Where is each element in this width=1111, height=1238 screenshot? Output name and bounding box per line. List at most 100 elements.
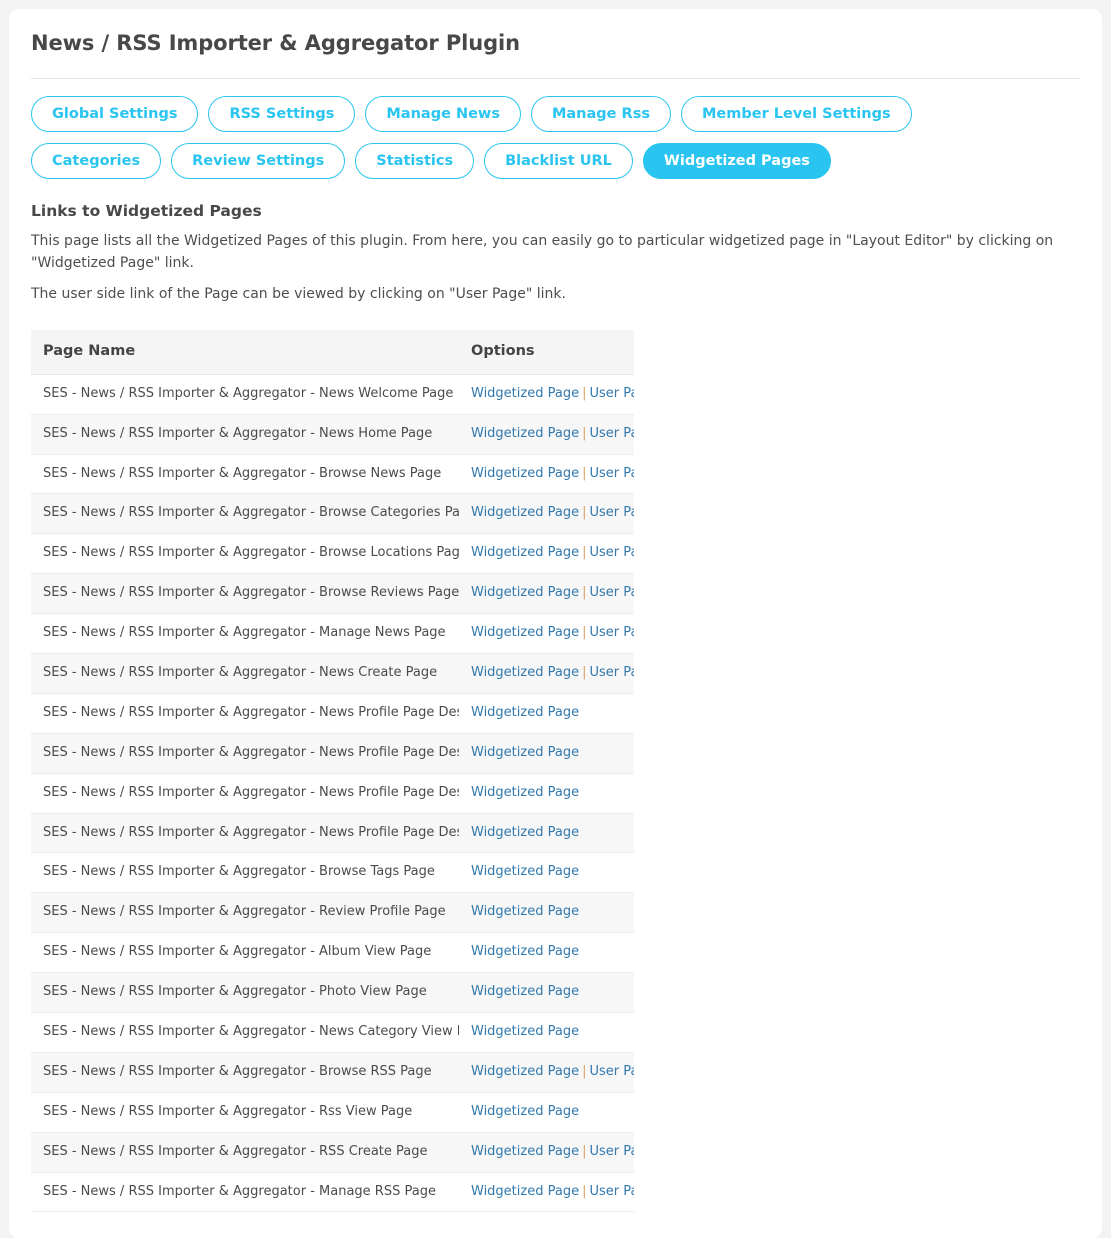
tab-review-settings[interactable]: Review Settings bbox=[171, 143, 346, 180]
cell-options: Widgetized Page|User Page bbox=[459, 1052, 634, 1093]
table-row: SES - News / RSS Importer & Aggregator -… bbox=[31, 573, 634, 615]
widgetized-page-link[interactable]: Widgetized Page bbox=[471, 944, 579, 959]
cell-options: Widgetized Page|User Page bbox=[459, 374, 634, 415]
table-row: SES - News / RSS Importer & Aggregator -… bbox=[31, 1092, 634, 1133]
tab-manage-rss[interactable]: Manage Rss bbox=[530, 96, 671, 133]
cell-page-name: SES - News / RSS Importer & Aggregator -… bbox=[31, 1012, 459, 1053]
cell-page-name: SES - News / RSS Importer & Aggregator -… bbox=[31, 892, 459, 934]
table-row: SES - News / RSS Importer & Aggregator -… bbox=[31, 374, 634, 415]
link-separator: | bbox=[582, 465, 587, 481]
link-separator: | bbox=[582, 545, 587, 561]
widgetized-page-link[interactable]: Widgetized Page bbox=[471, 426, 579, 441]
pages-table-container: Page Name Options SES - News / RSS Impor… bbox=[9, 314, 1102, 1213]
widgetized-page-link[interactable]: Widgetized Page bbox=[471, 625, 579, 640]
cell-page-name: SES - News / RSS Importer & Aggregator -… bbox=[31, 932, 459, 974]
cell-options: Widgetized Page bbox=[459, 972, 634, 1014]
tab-statistics[interactable]: Statistics bbox=[355, 143, 475, 180]
intro-section: Links to Widgetized Pages This page list… bbox=[9, 179, 1102, 305]
widgetized-page-link[interactable]: Widgetized Page bbox=[471, 745, 579, 760]
cell-options: Widgetized Page|User Page bbox=[459, 414, 634, 455]
widgetized-page-link[interactable]: Widgetized Page bbox=[471, 904, 579, 919]
widgetized-page-link[interactable]: Widgetized Page bbox=[471, 864, 579, 879]
section-heading: Links to Widgetized Pages bbox=[31, 202, 262, 221]
user-page-link[interactable]: User Page bbox=[589, 1184, 634, 1199]
tab-manage-news[interactable]: Manage News bbox=[365, 96, 521, 133]
cell-options: Widgetized Page bbox=[459, 693, 634, 734]
cell-options: Widgetized Page bbox=[459, 1012, 634, 1053]
widgetized-page-link[interactable]: Widgetized Page bbox=[471, 825, 579, 840]
link-separator: | bbox=[582, 425, 587, 441]
widgetized-page-link[interactable]: Widgetized Page bbox=[471, 545, 579, 560]
widgetized-page-link[interactable]: Widgetized Page bbox=[471, 585, 579, 600]
widgetized-page-link[interactable]: Widgetized Page bbox=[471, 705, 579, 720]
widgetized-page-link[interactable]: Widgetized Page bbox=[471, 386, 579, 401]
cell-options: Widgetized Page bbox=[459, 852, 634, 894]
tab-categories[interactable]: Categories bbox=[31, 143, 162, 180]
user-page-link[interactable]: User Page bbox=[589, 1144, 634, 1159]
table-header-row: Page Name Options bbox=[31, 330, 634, 375]
cell-page-name: SES - News / RSS Importer & Aggregator -… bbox=[31, 813, 459, 854]
widgetized-page-link[interactable]: Widgetized Page bbox=[471, 1024, 579, 1039]
widgetized-pages-table: Page Name Options SES - News / RSS Impor… bbox=[31, 330, 634, 1213]
widgetized-page-link[interactable]: Widgetized Page bbox=[471, 505, 579, 520]
tab-blacklist-url[interactable]: Blacklist URL bbox=[484, 143, 633, 180]
table-row: SES - News / RSS Importer & Aggregator -… bbox=[31, 533, 634, 575]
table-row: SES - News / RSS Importer & Aggregator -… bbox=[31, 454, 634, 495]
table-row: SES - News / RSS Importer & Aggregator -… bbox=[31, 493, 634, 535]
user-page-link[interactable]: User Page bbox=[589, 665, 634, 680]
tab-global-settings[interactable]: Global Settings bbox=[31, 96, 199, 133]
cell-page-name: SES - News / RSS Importer & Aggregator -… bbox=[31, 573, 459, 615]
user-page-link[interactable]: User Page bbox=[589, 505, 634, 520]
cell-page-name: SES - News / RSS Importer & Aggregator -… bbox=[31, 852, 459, 894]
tab-widgetized-pages[interactable]: Widgetized Pages bbox=[642, 143, 831, 180]
table-head: Page Name Options bbox=[31, 330, 634, 375]
widgetized-page-link[interactable]: Widgetized Page bbox=[471, 1064, 579, 1079]
intro-paragraph-1: This page lists all the Widgetized Pages… bbox=[31, 233, 1054, 272]
user-page-link[interactable]: User Page bbox=[589, 545, 634, 560]
cell-options: Widgetized Page|User Page bbox=[459, 533, 634, 575]
table-row: SES - News / RSS Importer & Aggregator -… bbox=[31, 972, 634, 1014]
widgetized-page-link[interactable]: Widgetized Page bbox=[471, 785, 579, 800]
user-page-link[interactable]: User Page bbox=[589, 466, 634, 481]
widgetized-page-link[interactable]: Widgetized Page bbox=[471, 1184, 579, 1199]
widgetized-page-link[interactable]: Widgetized Page bbox=[471, 665, 579, 680]
table-row: SES - News / RSS Importer & Aggregator -… bbox=[31, 1052, 634, 1093]
table-row: SES - News / RSS Importer & Aggregator -… bbox=[31, 852, 634, 894]
cell-page-name: SES - News / RSS Importer & Aggregator -… bbox=[31, 454, 459, 495]
plugin-admin-card: News / RSS Importer & Aggregator Plugin … bbox=[9, 9, 1102, 1238]
table-body: SES - News / RSS Importer & Aggregator -… bbox=[31, 374, 634, 1213]
widgetized-page-link[interactable]: Widgetized Page bbox=[471, 984, 579, 999]
table-row: SES - News / RSS Importer & Aggregator -… bbox=[31, 813, 634, 854]
user-page-link[interactable]: User Page bbox=[589, 625, 634, 640]
link-separator: | bbox=[582, 585, 587, 601]
user-page-link[interactable]: User Page bbox=[589, 386, 634, 401]
cell-options: Widgetized Page|User Page bbox=[459, 1172, 634, 1213]
table-row: SES - News / RSS Importer & Aggregator -… bbox=[31, 1012, 634, 1053]
user-page-link[interactable]: User Page bbox=[589, 426, 634, 441]
table-row: SES - News / RSS Importer & Aggregator -… bbox=[31, 693, 634, 734]
user-page-link[interactable]: User Page bbox=[589, 585, 634, 600]
cell-options: Widgetized Page bbox=[459, 932, 634, 974]
tab-member-level-settings[interactable]: Member Level Settings bbox=[680, 96, 912, 133]
widgetized-page-link[interactable]: Widgetized Page bbox=[471, 1144, 579, 1159]
table-row: SES - News / RSS Importer & Aggregator -… bbox=[31, 892, 634, 934]
cell-page-name: SES - News / RSS Importer & Aggregator -… bbox=[31, 972, 459, 1014]
cell-page-name: SES - News / RSS Importer & Aggregator -… bbox=[31, 613, 459, 655]
cell-page-name: SES - News / RSS Importer & Aggregator -… bbox=[31, 653, 459, 694]
page-header: News / RSS Importer & Aggregator Plugin bbox=[9, 9, 1102, 80]
user-page-link[interactable]: User Page bbox=[589, 1064, 634, 1079]
column-header-options: Options bbox=[459, 330, 634, 375]
column-header-page-name: Page Name bbox=[31, 330, 459, 375]
table-row: SES - News / RSS Importer & Aggregator -… bbox=[31, 932, 634, 974]
page-title: News / RSS Importer & Aggregator Plugin bbox=[31, 31, 520, 55]
cell-page-name: SES - News / RSS Importer & Aggregator -… bbox=[31, 1052, 459, 1093]
widgetized-page-link[interactable]: Widgetized Page bbox=[471, 466, 579, 481]
widgetized-page-link[interactable]: Widgetized Page bbox=[471, 1104, 579, 1119]
table-row: SES - News / RSS Importer & Aggregator -… bbox=[31, 613, 634, 655]
tab-rss-settings[interactable]: RSS Settings bbox=[208, 96, 356, 133]
cell-options: Widgetized Page bbox=[459, 1092, 634, 1133]
cell-options: Widgetized Page|User Page bbox=[459, 454, 634, 495]
tab-bar: Global Settings RSS Settings Manage News Ma… bbox=[9, 79, 969, 180]
cell-options: Widgetized Page bbox=[459, 892, 634, 934]
cell-options: Widgetized Page bbox=[459, 733, 634, 774]
